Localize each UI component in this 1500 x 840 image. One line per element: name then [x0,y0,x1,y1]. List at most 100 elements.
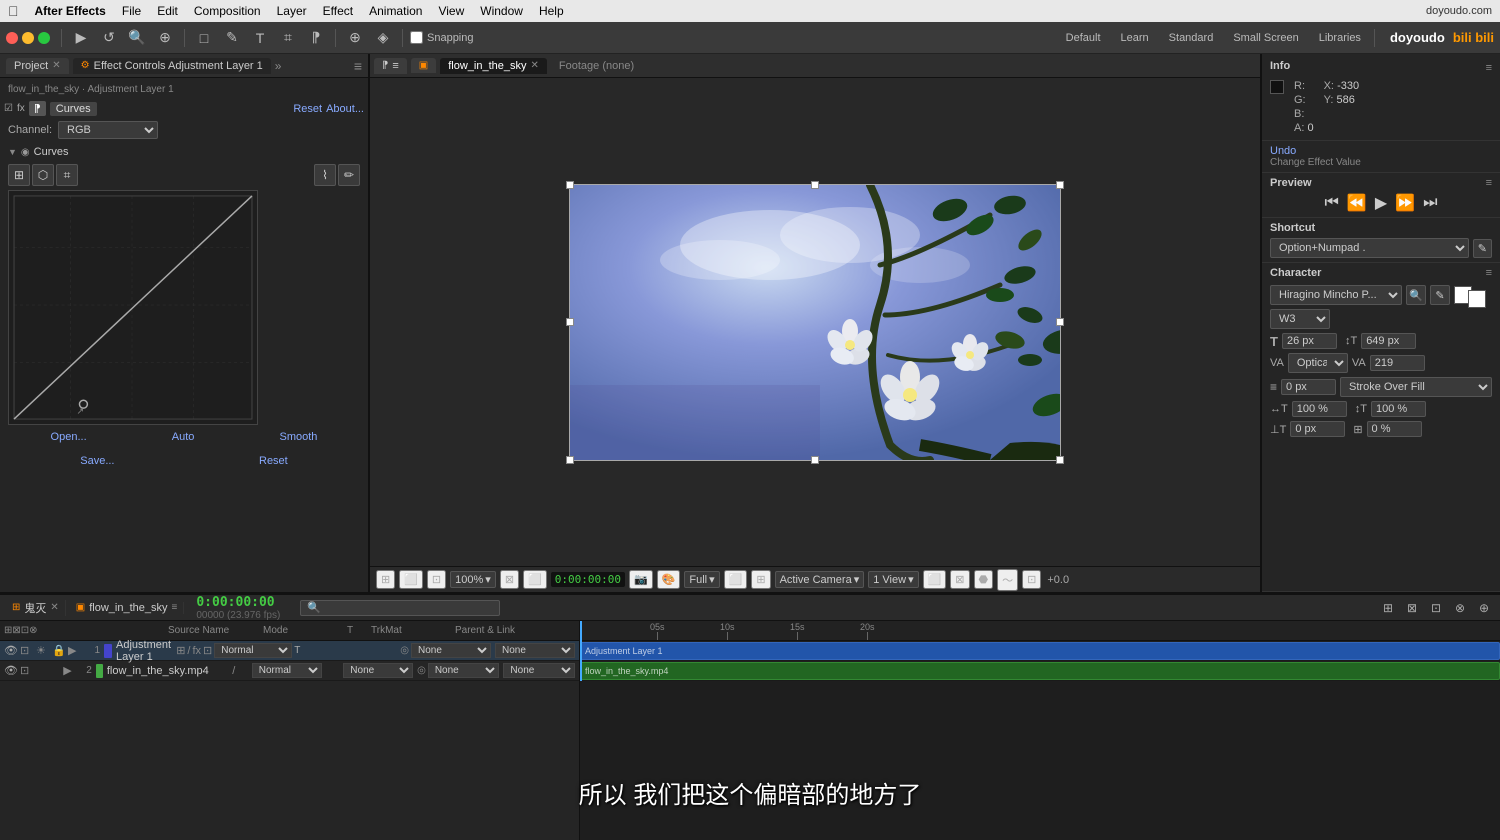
tl-tool-3[interactable]: ⊡ [1426,598,1446,618]
tl-time-display[interactable]: 0:00:00:00 [196,595,280,610]
layer1-mode-select[interactable]: Normal [214,643,292,658]
layer1-fx-btn[interactable]: ⊞ [176,644,185,657]
preview-play[interactable]: ▶ [1375,193,1387,213]
layer2-trkmat-select[interactable]: None [343,663,413,678]
char-stroke-color[interactable] [1468,290,1486,308]
tl-tool-2[interactable]: ⊠ [1402,598,1422,618]
comp-tab-close[interactable]: ✕ [531,60,539,71]
layer-row-1[interactable]: 👁 ⊡ ☀ 🔒 ▶ 1 Adjustment Layer 1 ⊞ / fx ⊡ … [0,641,579,661]
curves-reset-btn[interactable]: Reset [293,103,322,115]
roto-tool[interactable]: ◈ [371,27,395,49]
clip-video[interactable]: flow_in_the_sky.mp4 [580,662,1500,680]
layer1-vis-icon[interactable]: 👁 [4,644,18,657]
menu-file[interactable]: File [122,4,141,18]
layer2-vis-icon[interactable]: 👁 [4,664,18,677]
rotation-tool[interactable]: ↺ [97,27,121,49]
tl-comp2-name[interactable]: flow_in_the_sky [89,602,167,614]
apple-logo[interactable]:  [8,3,19,19]
pin-tool[interactable]: ⊕ [343,27,367,49]
menu-composition[interactable]: Composition [194,4,261,18]
layer1-parent-select2[interactable]: None [495,643,575,658]
comp-pixel-btn[interactable]: ⬣ [974,570,994,589]
menu-window[interactable]: Window [480,4,523,18]
fx-checkbox[interactable]: ☑ [4,103,13,114]
font-select[interactable]: Hiragino Mincho P... [1270,285,1402,305]
active-camera-display[interactable]: Active Camera ▾ [775,571,865,588]
handle-mid-right[interactable] [1056,318,1064,326]
curves-about-btn[interactable]: About... [326,103,364,115]
layer1-motion-icon[interactable]: ⊡ [203,644,212,657]
character-menu[interactable]: ≡ [1486,267,1492,279]
handle-bottom-center[interactable] [811,456,819,464]
tl-comp1-close[interactable]: ✕ [50,602,58,613]
tl-tool-4[interactable]: ⊗ [1450,598,1470,618]
handle-top-right[interactable] [1056,181,1064,189]
comp-transparency-btn[interactable]: ⊡ [427,570,446,589]
handle-mid-left[interactable] [566,318,574,326]
handle-top-left[interactable] [566,181,574,189]
camera-orbit-tool[interactable]: ⊕ [153,27,177,49]
panel-expand-btn[interactable]: » [275,59,282,73]
workspace-default[interactable]: Default [1060,30,1107,46]
comp-frame-btn[interactable]: ⬜ [923,570,947,589]
project-tab-close[interactable]: ✕ [52,60,60,71]
preview-menu[interactable]: ≡ [1486,177,1492,189]
curves-tool-arbitary[interactable]: ⌗ [56,164,78,186]
stroke-type-select[interactable]: Stroke Over Fill [1340,377,1492,397]
curves-reset-bottom-btn[interactable]: Reset [259,455,288,467]
tl-tool-1[interactable]: ⊞ [1378,598,1398,618]
layer2-mode-select[interactable]: Normal [252,663,322,678]
undo-action[interactable]: Undo [1270,145,1492,157]
handle-bottom-right[interactable] [1056,456,1064,464]
snapping-checkbox[interactable] [410,31,423,44]
tracking-type-select[interactable]: Optical [1288,353,1348,373]
curves-tool-smooth[interactable]: ⌇ [314,164,336,186]
layer2-expand-icon[interactable]: ▶ [63,664,75,677]
clone-tool[interactable]: ⁋ [304,27,328,49]
comp-3d-btn[interactable]: ⊡ [1022,570,1041,589]
footage-tab[interactable]: Footage (none) [551,58,642,74]
preview-to-start[interactable]: ⏮ [1325,194,1339,212]
curves-tool-eyedropper[interactable]: ✏ [338,164,360,186]
panel-menu-btn[interactable]: ≡ [354,58,362,74]
curves-expand-row[interactable]: ▼ ◉ Curves [8,144,360,160]
comp-region2-btn[interactable]: ⬜ [724,570,748,589]
weight-select[interactable]: W3 [1270,309,1330,329]
curves-smooth-btn[interactable]: Smooth [279,431,317,443]
rect-tool[interactable]: □ [192,27,216,49]
menu-view[interactable]: View [438,4,464,18]
comp-color-btn[interactable]: 🎨 [657,570,681,589]
curves-save-btn[interactable]: Save... [80,455,114,467]
curves-tool-point-grid[interactable]: ⊞ [8,164,30,186]
tl-comp2-close[interactable]: ≡ [172,602,178,613]
selection-tool[interactable]: ▶ [69,27,93,49]
effect-controls-tab[interactable]: ⚙ Effect Controls Adjustment Layer 1 [73,58,271,74]
comp-settings-btn[interactable]: ⊞ [376,570,395,589]
comp-panel-menu[interactable]: ≡ [392,60,398,72]
clip-adjustment[interactable]: Adjustment Layer 1 [580,642,1500,660]
workspace-standard[interactable]: Standard [1163,30,1220,46]
comp-motion-btn[interactable]: 〜 [997,569,1018,591]
tl-comp1-name[interactable]: 鬼灭 [24,600,46,616]
scale-h-input[interactable] [1292,401,1347,417]
layer1-parent-select[interactable]: None [411,643,491,658]
comp-tab-flow[interactable]: flow_in_the_sky ✕ [440,58,547,74]
preview-step-fwd[interactable]: ⏩ [1395,193,1415,213]
preview-to-end[interactable]: ⏭ [1423,194,1437,212]
comp-time-display[interactable]: 0:00:00:00 [551,572,625,587]
project-tab[interactable]: Project ✕ [6,58,69,74]
workspace-small-screen[interactable]: Small Screen [1227,30,1304,46]
comp-draft-btn[interactable]: ⬜ [399,570,423,589]
layer1-effect-icon[interactable]: fx [192,645,201,657]
text-tool[interactable]: T [248,27,272,49]
channel-select[interactable]: RGB [58,121,158,139]
workspace-learn[interactable]: Learn [1115,30,1155,46]
comp-guide-btn[interactable]: ⊞ [751,570,770,589]
brush-tool[interactable]: ⌗ [276,27,300,49]
zoom-display[interactable]: 100% ▾ [450,571,496,588]
menu-layer[interactable]: Layer [277,4,307,18]
shortcut-edit-btn[interactable]: ✎ [1473,239,1492,258]
close-button[interactable] [6,32,18,44]
comp-camera-btn[interactable]: 📷 [629,570,653,589]
tracking-input[interactable] [1370,355,1425,371]
